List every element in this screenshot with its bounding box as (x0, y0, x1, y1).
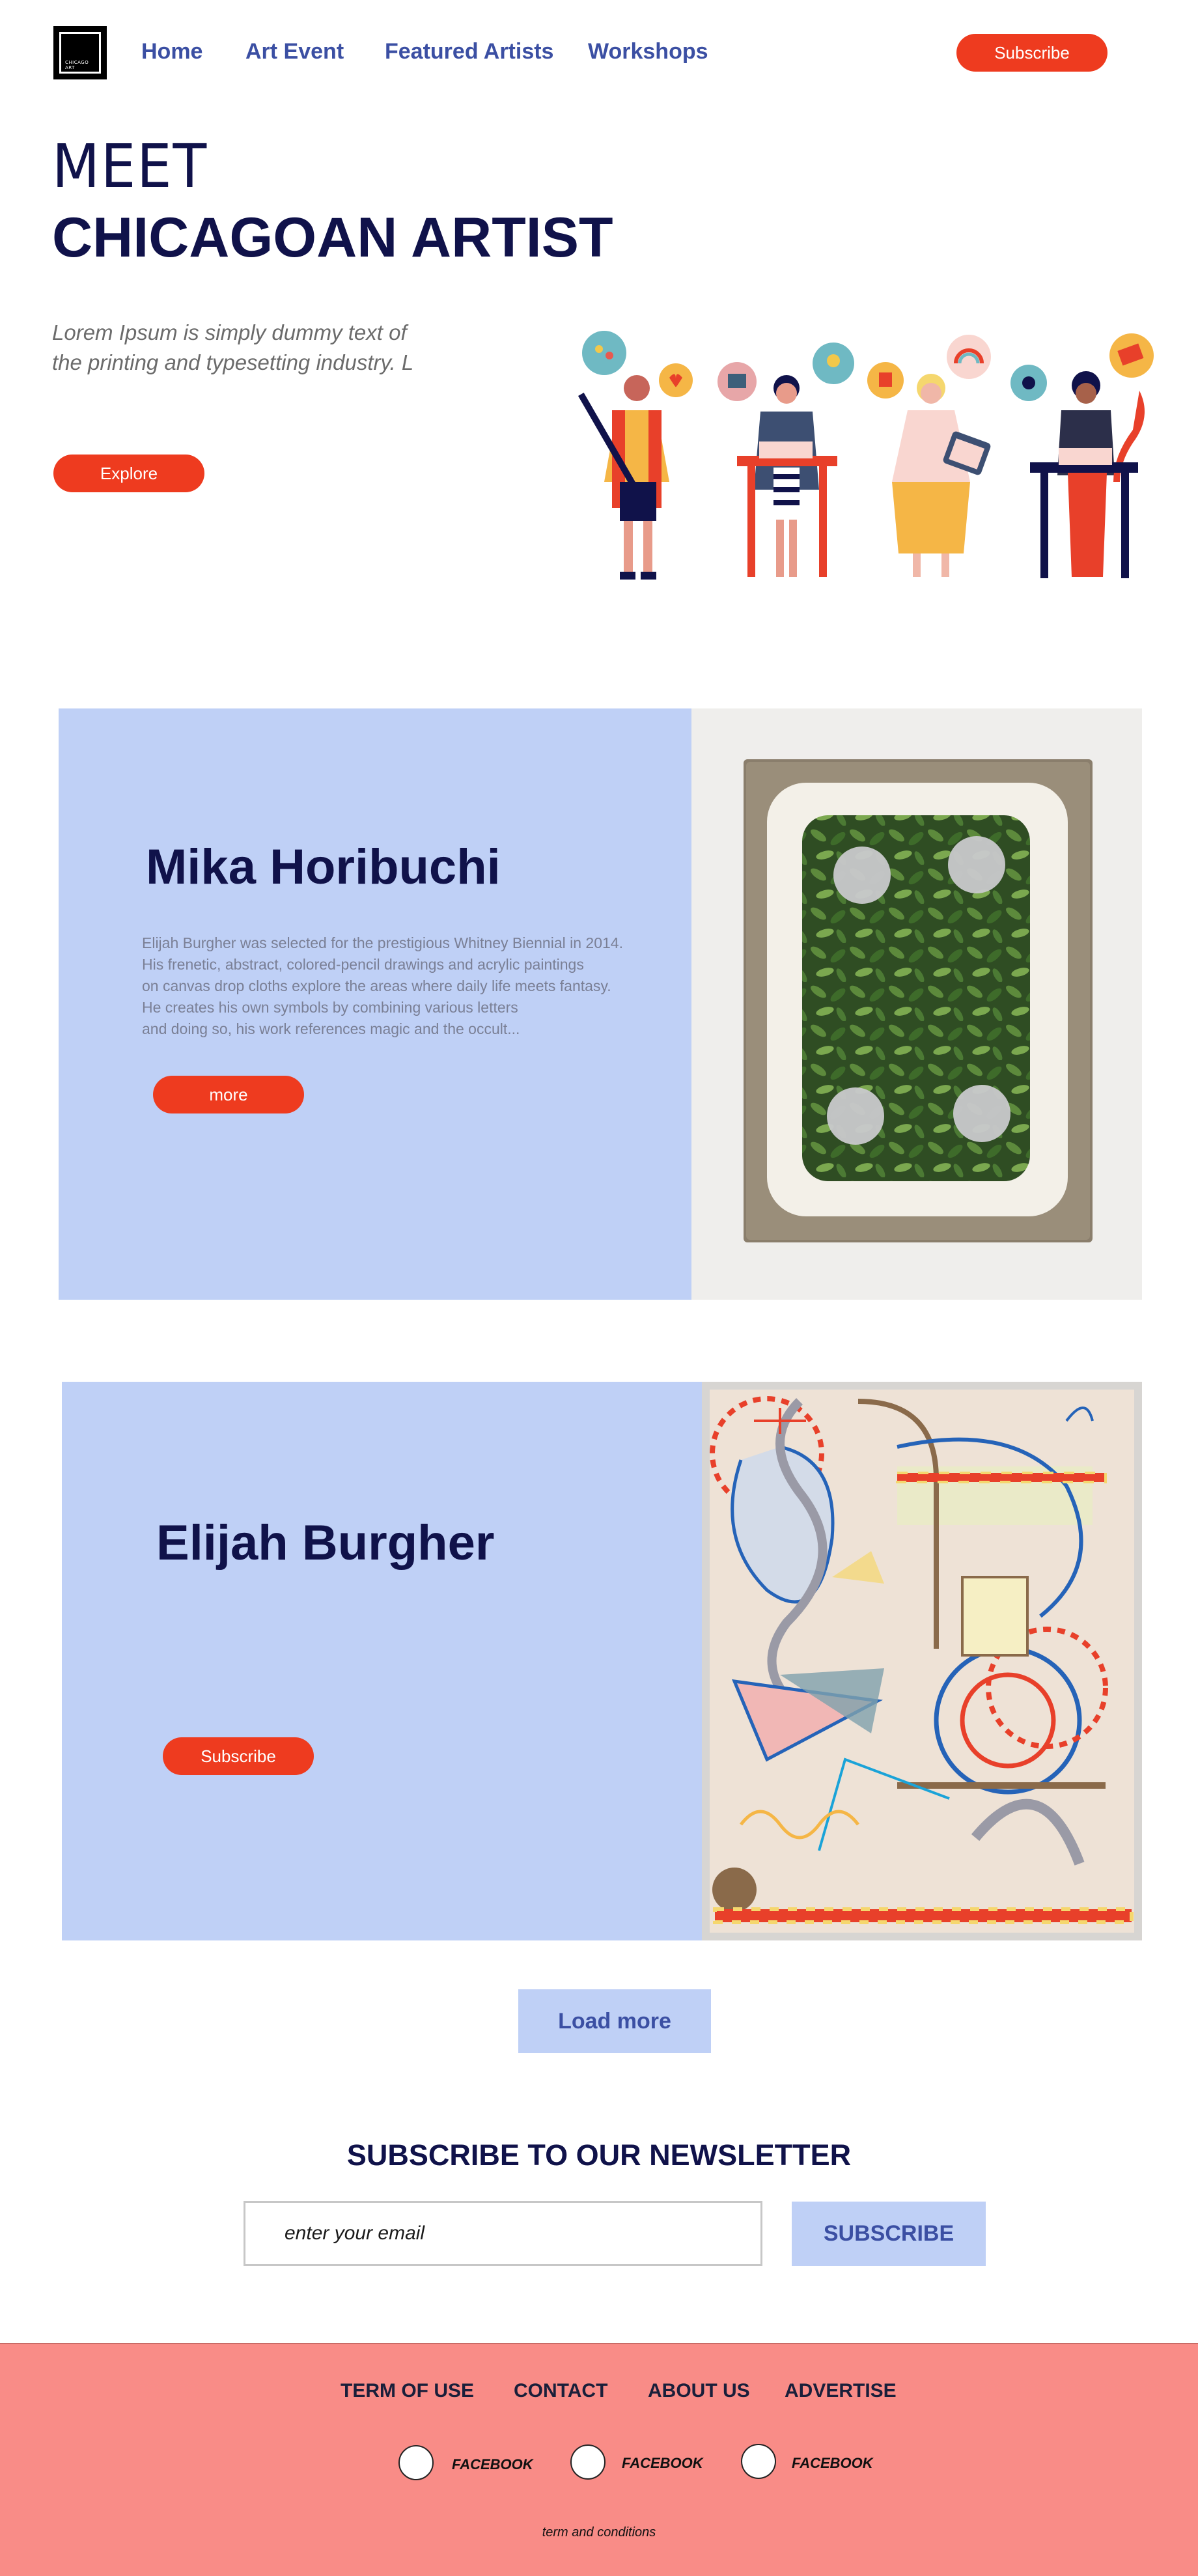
artist-2-subscribe-button[interactable]: Subscribe (163, 1737, 314, 1775)
abstract-painting-image (710, 1390, 1134, 1933)
artist-1-name: Mika Horibuchi (146, 839, 501, 895)
speech-bubbles-group (582, 331, 1154, 401)
artists-illustration (578, 331, 1154, 580)
explore-button[interactable]: Explore (53, 455, 204, 492)
nav-subscribe-button[interactable]: Subscribe (956, 34, 1107, 72)
footer-link-advertise[interactable]: ADVERTISE (785, 2380, 897, 2402)
artist-figure-1 (578, 375, 669, 580)
site-logo[interactable]: CHICAGO ART (53, 26, 107, 79)
description-line: Elijah Burgher was selected for the pres… (142, 934, 623, 951)
nav-featured-artists[interactable]: Featured Artists (385, 39, 553, 64)
footer-link-terms[interactable]: TERM OF USE (341, 2380, 474, 2402)
footer-terms[interactable]: term and conditions (0, 2525, 1198, 2540)
nav-art-event[interactable]: Art Event (245, 39, 344, 64)
newsletter-subscribe-button[interactable]: SUBSCRIBE (792, 2202, 986, 2266)
artist-1-artwork (691, 708, 1142, 1300)
logo-text: CHICAGO ART (65, 60, 89, 70)
facebook-icon[interactable] (398, 2445, 434, 2480)
description-line: and doing so, his work references magic … (142, 1020, 520, 1037)
artist-card-2-panel (62, 1382, 702, 1940)
social-link-facebook[interactable]: FACEBOOK (452, 2456, 533, 2473)
newsletter-title: SUBSCRIBE TO OUR NEWSLETTER (346, 2138, 852, 2172)
artist-1-more-button[interactable]: more (153, 1076, 304, 1113)
hero-title: CHICAGOAN ARTIST (52, 206, 613, 269)
nav-workshops[interactable]: Workshops (588, 39, 708, 64)
artist-2-name: Elijah Burgher (156, 1515, 495, 1571)
leaf-painting-image (744, 759, 1093, 1242)
artist-2-artwork (702, 1382, 1142, 1940)
load-more-button[interactable]: Load more (518, 1989, 711, 2053)
artist-figure-4 (1030, 371, 1145, 578)
hero-pre-title: MEET (52, 132, 208, 201)
newsletter-email-input[interactable] (244, 2201, 762, 2266)
facebook-icon[interactable] (741, 2444, 776, 2479)
artist-1-description: Elijah Burgher was selected for the pres… (142, 932, 656, 1040)
social-link-facebook[interactable]: FACEBOOK (622, 2455, 703, 2472)
description-line: His frenetic, abstract, colored-pencil d… (142, 956, 584, 973)
artist-figure-2 (737, 375, 837, 577)
description-line: on canvas drop cloths explore the areas … (142, 977, 611, 994)
nav-home[interactable]: Home (141, 39, 202, 64)
footer-link-contact[interactable]: CONTACT (514, 2380, 607, 2402)
hero-subtitle: Lorem Ipsum is simply dummy text of the … (52, 320, 414, 374)
description-line: He creates his own symbols by combining … (142, 999, 518, 1016)
social-link-facebook[interactable]: FACEBOOK (792, 2455, 873, 2472)
facebook-icon[interactable] (570, 2444, 606, 2480)
footer-link-about[interactable]: ABOUT US (648, 2380, 750, 2402)
artist-figure-3 (892, 374, 991, 577)
